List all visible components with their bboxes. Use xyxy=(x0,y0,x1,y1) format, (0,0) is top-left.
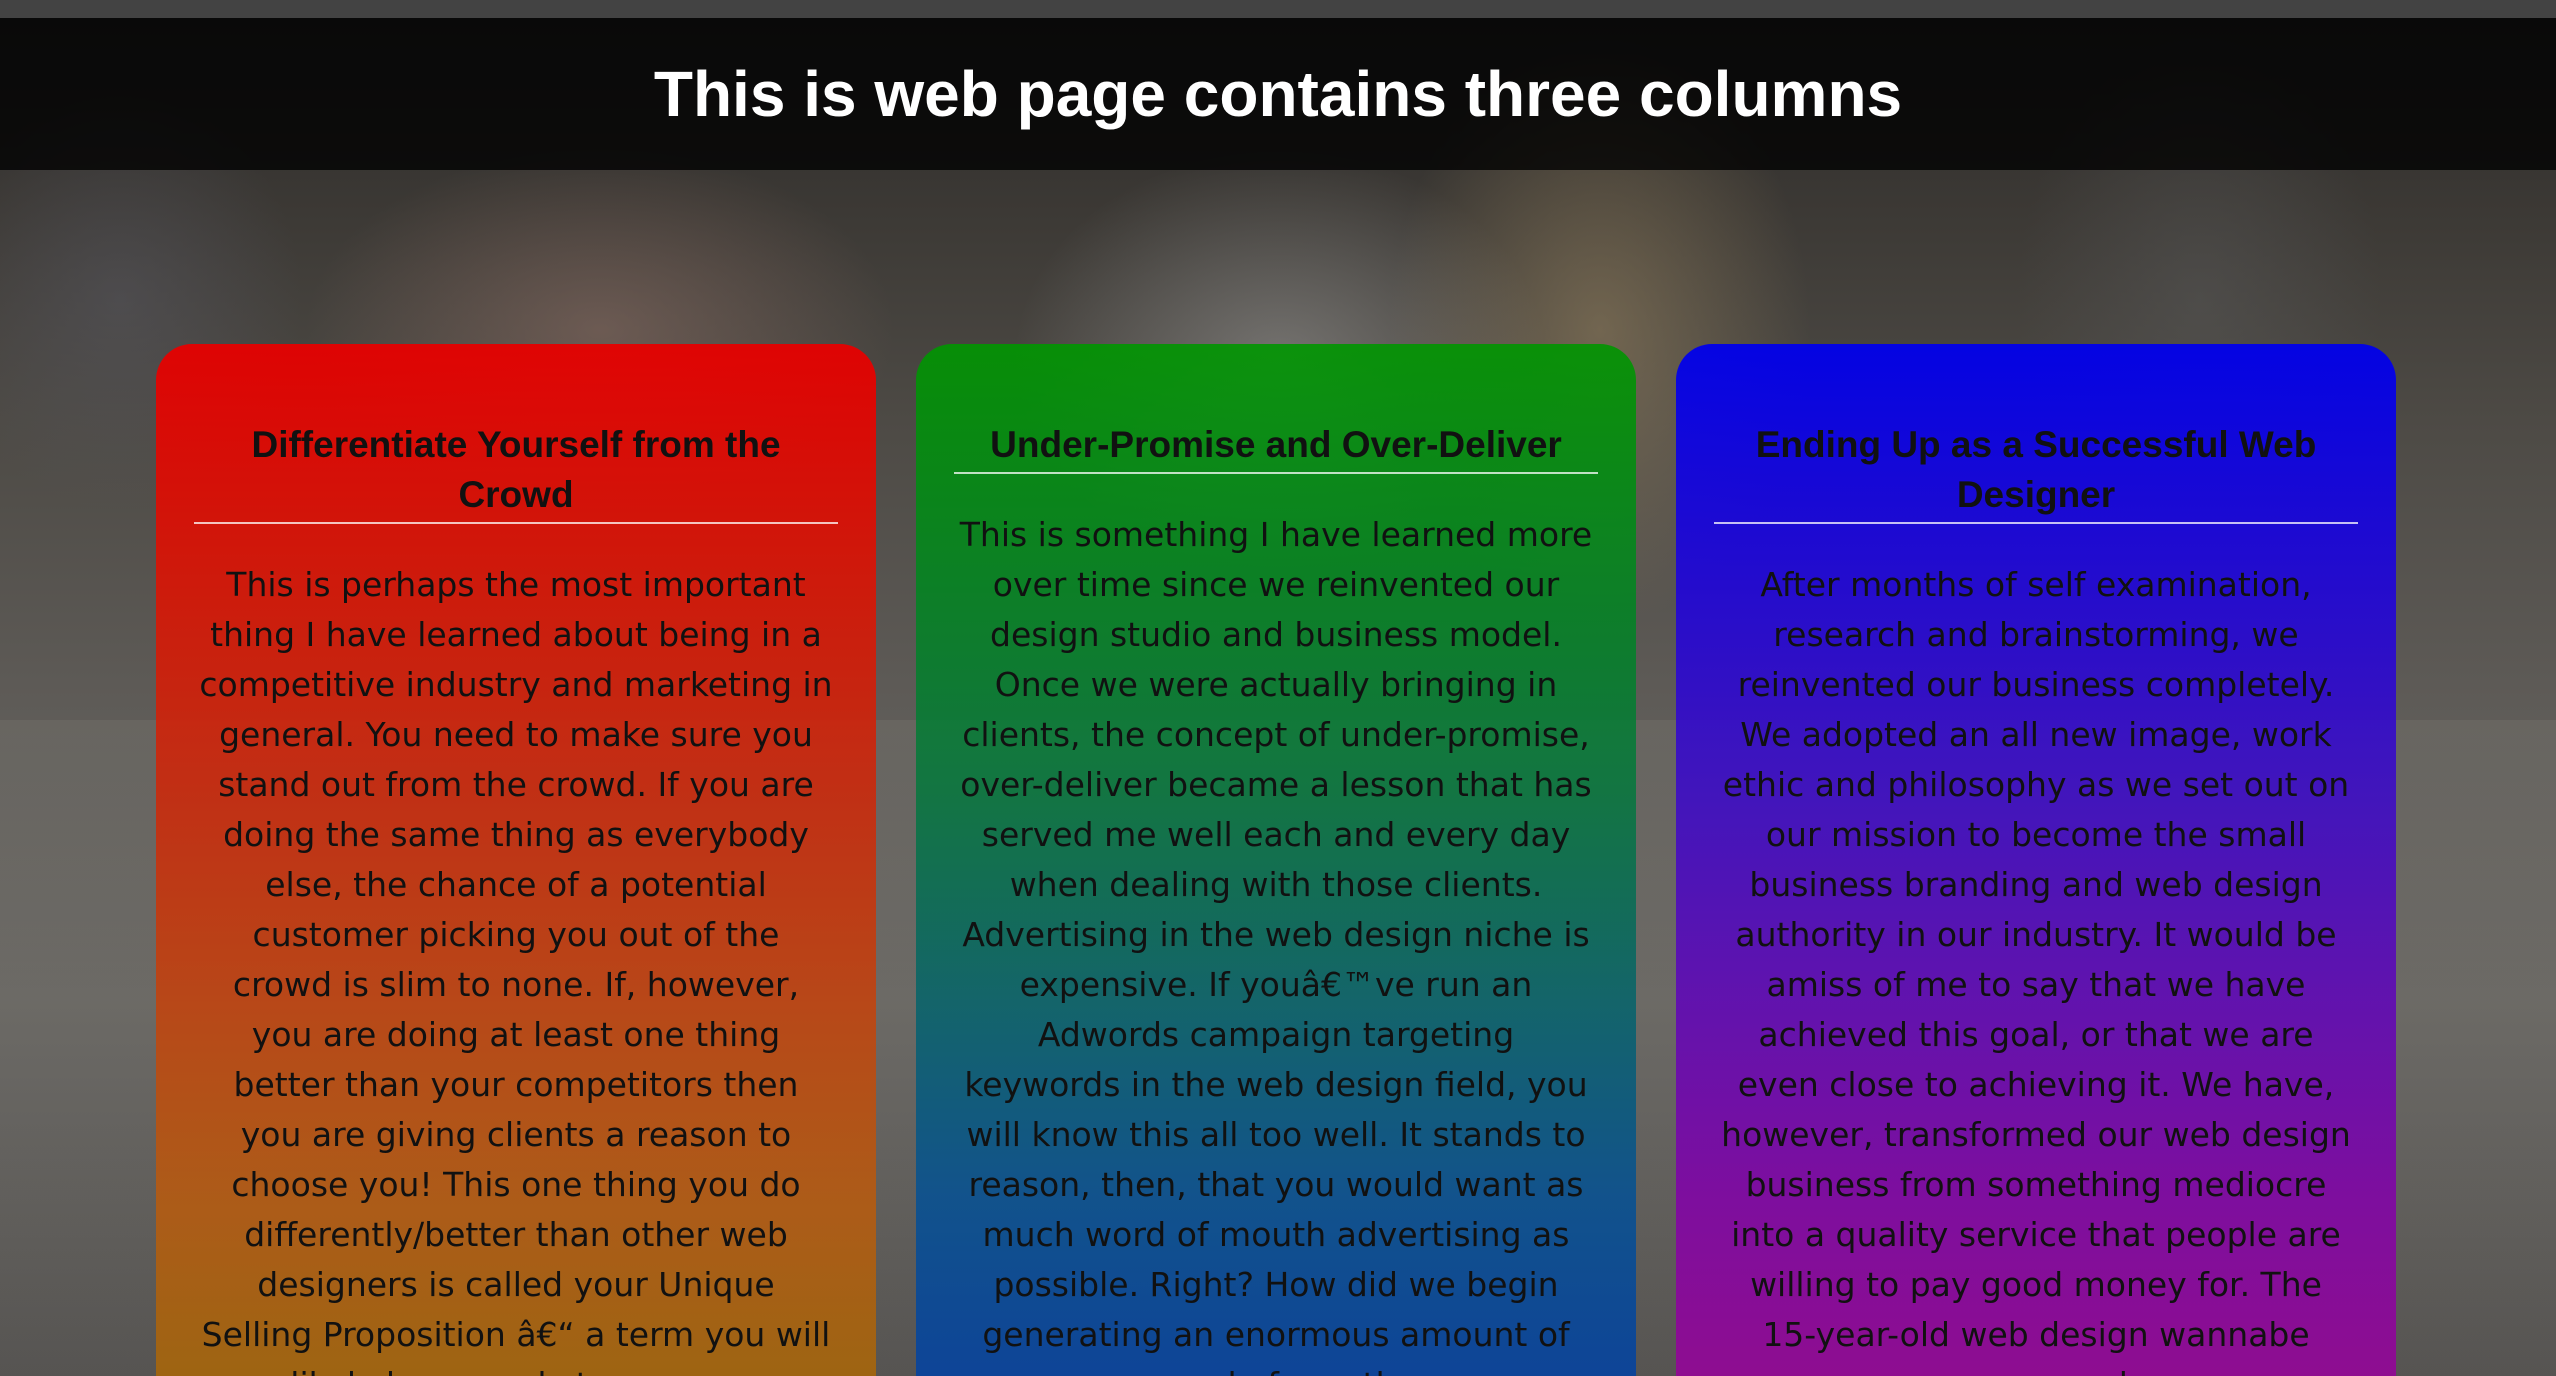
page-title: This is web page contains three columns xyxy=(653,58,1903,130)
column-1: Differentiate Yourself from the Crowd Th… xyxy=(156,344,876,1376)
column-3-heading: Ending Up as a Successful Web Designer xyxy=(1714,420,2358,524)
top-strip xyxy=(0,0,2556,18)
column-2: Under-Promise and Over-Deliver This is s… xyxy=(916,344,1636,1376)
column-3-body: After months of self examination, resear… xyxy=(1721,565,2351,1376)
column-2-heading: Under-Promise and Over-Deliver xyxy=(954,420,1598,474)
column-1-heading: Differentiate Yourself from the Crowd xyxy=(194,420,838,524)
column-1-body: This is perhaps the most important thing… xyxy=(199,565,833,1376)
column-2-body: This is something I have learned more ov… xyxy=(959,515,1593,1376)
column-3: Ending Up as a Successful Web Designer A… xyxy=(1676,344,2396,1376)
page-header: This is web page contains three columns xyxy=(0,18,2556,170)
